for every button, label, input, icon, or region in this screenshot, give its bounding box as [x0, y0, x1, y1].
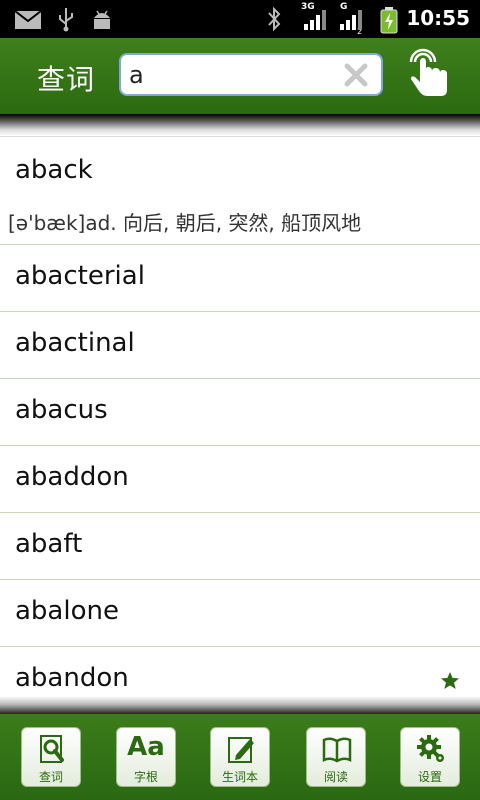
- usb-icon: [59, 8, 73, 32]
- tab-settings[interactable]: 设置: [400, 727, 460, 787]
- tab-label: 生词本: [221, 770, 258, 784]
- list-item[interactable]: abactinal: [0, 311, 480, 378]
- tab-reading[interactable]: 阅读: [306, 727, 366, 787]
- list-item[interactable]: abacus: [0, 378, 480, 445]
- word-text: abacus: [15, 395, 108, 425]
- list-item[interactable]: abacterial: [0, 244, 480, 311]
- tab-label: 字根: [133, 770, 158, 784]
- tab-roots[interactable]: Aa 字根: [116, 727, 176, 787]
- tab-label: 设置: [417, 770, 442, 784]
- word-text: abacterial: [15, 261, 145, 291]
- mail-icon: [14, 10, 42, 29]
- bottom-shadow: [0, 696, 480, 714]
- hand-pointer-icon[interactable]: [405, 48, 453, 100]
- battery-charging-icon: [380, 7, 398, 34]
- book-icon: [322, 737, 352, 763]
- tab-lookup[interactable]: 查词: [21, 727, 81, 787]
- app-header: 查词: [0, 38, 480, 114]
- word-text: abalone: [15, 596, 119, 626]
- header-shadow: [0, 114, 480, 136]
- bottom-toolbar: 查词 Aa 字根 生词本 阅读 设置: [0, 714, 480, 800]
- list-item[interactable]: abaft: [0, 512, 480, 579]
- search-input[interactable]: [129, 59, 339, 91]
- star-icon[interactable]: [440, 671, 460, 691]
- bluetooth-icon: [268, 6, 281, 32]
- notebook-edit-icon: [228, 737, 254, 763]
- word-text: abaddon: [15, 462, 129, 492]
- tab-label: 阅读: [323, 770, 348, 784]
- word-text: abaft: [15, 529, 83, 559]
- word-definition: [ə'bæk]ad. 向后, 朝后, 突然, 船顶风地: [8, 211, 362, 235]
- word-list[interactable]: aback [ə'bæk]ad. 向后, 朝后, 突然, 船顶风地 abacte…: [0, 136, 480, 714]
- word-text: abandon: [15, 663, 129, 693]
- list-item[interactable]: aback [ə'bæk]ad. 向后, 朝后, 突然, 船顶风地: [0, 136, 480, 244]
- tab-vocabulary[interactable]: 生词本: [210, 727, 270, 787]
- clock: 10:55: [406, 6, 470, 30]
- android-debug-icon: [94, 10, 110, 29]
- signal-icon: [304, 10, 326, 30]
- word-text: aback: [15, 155, 93, 185]
- clear-icon[interactable]: [343, 62, 369, 88]
- tab-label: 查词: [38, 770, 63, 784]
- page-title: 查词: [37, 63, 96, 96]
- search-box[interactable]: [119, 53, 383, 96]
- word-text: abactinal: [15, 328, 135, 358]
- gear-icon: [417, 735, 444, 762]
- status-bar: 3G G 2 10:55: [0, 0, 480, 38]
- list-item[interactable]: abaddon: [0, 445, 480, 512]
- signal-icon-2: [340, 10, 362, 30]
- search-word-icon: [40, 735, 64, 763]
- list-item[interactable]: abalone: [0, 579, 480, 646]
- aa-icon: Aa: [127, 732, 165, 762]
